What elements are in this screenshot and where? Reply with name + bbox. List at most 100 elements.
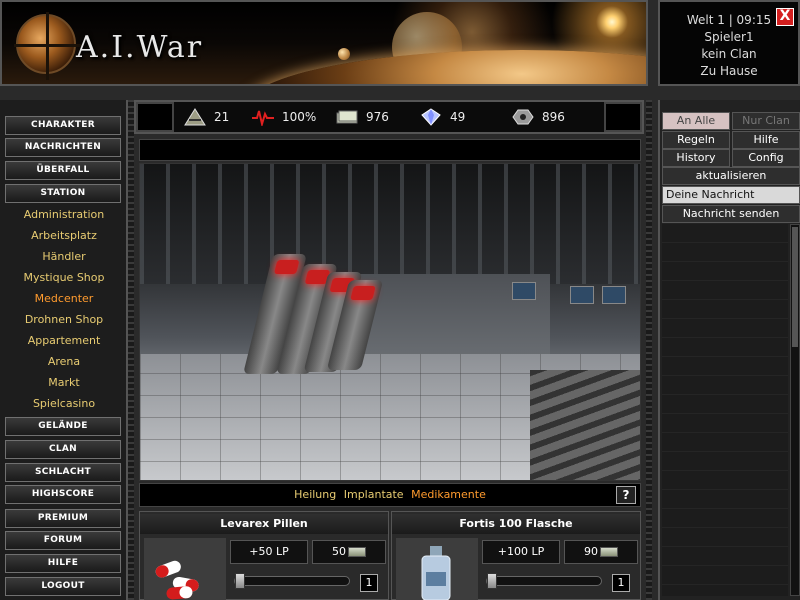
crystal-value: 49 — [450, 110, 466, 124]
slider-handle[interactable] — [487, 573, 497, 589]
chat-scrollbar-thumb[interactable] — [792, 227, 798, 347]
moon-small-graphic — [338, 48, 350, 60]
station-link-appartement[interactable]: Appartement — [0, 334, 128, 347]
money-value: 976 — [366, 110, 389, 124]
item-price-value: 50 — [332, 545, 346, 558]
nav-hilfe[interactable]: HILFE — [5, 554, 121, 573]
station-link-medcenter[interactable]: Medcenter — [0, 292, 128, 305]
resource-crystal: 49 — [420, 108, 465, 126]
item-image — [144, 538, 226, 600]
bolt-nut-icon — [512, 109, 534, 125]
chat-panel: An Alle Nur Clan Regeln Hilfe History Co… — [658, 100, 800, 600]
item-lp: +100 LP — [482, 540, 560, 564]
money-icon — [336, 110, 358, 124]
resource-bar: 21 100% 976 49 896 — [134, 100, 644, 134]
slider-handle[interactable] — [235, 573, 245, 589]
scene-monitor — [512, 282, 536, 300]
tab-heilung[interactable]: Heilung — [294, 488, 336, 501]
chat-history-button[interactable]: History — [662, 149, 730, 167]
crosshair-logo-icon — [14, 12, 82, 80]
close-button[interactable]: X — [776, 8, 794, 26]
health-value: 100% — [282, 110, 317, 124]
rank-icon — [184, 108, 206, 126]
station-link-markt[interactable]: Markt — [0, 376, 128, 389]
frame-decoration-left — [128, 100, 134, 600]
chat-refresh-button[interactable]: aktualisieren — [662, 167, 800, 185]
nav-highscore[interactable]: HIGHSCORE — [5, 485, 121, 504]
player-name[interactable]: Spieler1 — [660, 29, 798, 46]
clan-status: kein Clan — [701, 47, 757, 61]
nav-schlacht[interactable]: SCHLACHT — [5, 463, 121, 482]
tab-implantate[interactable]: Implantate — [344, 488, 404, 501]
crystal-icon — [421, 108, 441, 126]
nav-station[interactable]: STATION — [5, 184, 121, 203]
item-image — [396, 538, 478, 600]
nav-clan[interactable]: CLAN — [5, 440, 121, 459]
item-price-value: 90 — [584, 545, 598, 558]
station-link-spielcasino[interactable]: Spielcasino — [0, 397, 128, 410]
resource-money: 976 — [336, 108, 389, 126]
chat-config-button[interactable]: Config — [732, 149, 800, 167]
quantity-slider[interactable] — [234, 573, 350, 589]
scene-monitor — [602, 286, 626, 304]
rank-value: 21 — [214, 110, 230, 124]
item-card: Fortis 100 Flasche +100 LP 90 1 — [391, 511, 641, 600]
chat-regeln-button[interactable]: Regeln — [662, 131, 730, 149]
location-title-bar — [139, 139, 641, 161]
resource-health: 100% — [252, 108, 316, 126]
station-link-haendler[interactable]: Händler — [0, 250, 128, 263]
user-status-box: Welt 1 | 09:15 Spieler1 kein Clan Zu Hau… — [658, 0, 800, 86]
nav-charakter[interactable]: CHARAKTER — [5, 116, 121, 135]
money-icon — [600, 547, 618, 557]
tab-medikamente[interactable]: Medikamente — [411, 488, 486, 501]
quantity-field[interactable]: 1 — [360, 574, 378, 592]
station-link-arbeitsplatz[interactable]: Arbeitsplatz — [0, 229, 128, 242]
health-pulse-icon — [252, 110, 274, 126]
chat-scrollbar[interactable] — [790, 224, 800, 596]
nav-logout[interactable]: LOGOUT — [5, 577, 121, 596]
station-link-arena[interactable]: Arena — [0, 355, 128, 368]
nav-gelaende[interactable]: GELÄNDE — [5, 417, 121, 436]
help-button[interactable]: ? — [616, 486, 636, 504]
medcenter-tab-bar: Heilung Implantate Medikamente ? — [139, 483, 641, 507]
location-status: Zu Hause — [700, 64, 758, 78]
resource-slot-left — [136, 102, 174, 132]
bottle-icon — [421, 546, 451, 600]
resource-parts: 896 — [512, 108, 565, 126]
game-logo[interactable]: A.I.War — [76, 30, 203, 65]
frame-decoration-right — [646, 100, 652, 600]
quantity-field[interactable]: 1 — [612, 574, 630, 592]
item-price: 50 — [312, 540, 386, 564]
chat-nur-clan-button[interactable]: Nur Clan — [732, 112, 800, 130]
parts-value: 896 — [542, 110, 565, 124]
medcenter-scene-image — [139, 163, 641, 481]
station-link-mystique-shop[interactable]: Mystique Shop — [0, 271, 128, 284]
chat-hilfe-button[interactable]: Hilfe — [732, 131, 800, 149]
item-lp: +50 LP — [230, 540, 308, 564]
item-name: Levarex Pillen — [140, 514, 388, 534]
item-price: 90 — [564, 540, 638, 564]
resource-rank: 21 — [184, 108, 229, 126]
chat-message-input[interactable]: Deine Nachricht — [662, 186, 800, 204]
scene-ceiling — [140, 164, 640, 284]
station-link-administration[interactable]: Administration — [0, 208, 128, 221]
item-card: Levarex Pillen +50 LP 50 1 — [139, 511, 389, 600]
scene-stairs — [530, 370, 640, 480]
resource-slot-right — [604, 102, 642, 132]
station-link-drohnen-shop[interactable]: Drohnen Shop — [0, 313, 128, 326]
game-banner: A.I.War — [0, 0, 648, 86]
chat-message-list — [662, 224, 788, 596]
item-name: Fortis 100 Flasche — [392, 514, 640, 534]
quantity-slider[interactable] — [486, 573, 602, 589]
nav-premium[interactable]: PREMIUM — [5, 509, 121, 528]
nav-forum[interactable]: FORUM — [5, 531, 121, 550]
chat-send-button[interactable]: Nachricht senden — [662, 205, 800, 223]
left-navigation: CHARAKTER NACHRICHTEN ÜBERFALL STATION A… — [0, 100, 128, 600]
nav-ueberfall[interactable]: ÜBERFALL — [5, 161, 121, 180]
chat-an-alle-button[interactable]: An Alle — [662, 112, 730, 130]
nav-nachrichten[interactable]: NACHRICHTEN — [5, 138, 121, 157]
scene-monitor — [570, 286, 594, 304]
pills-icon — [155, 560, 199, 600]
game-window: A.I.War Welt 1 | 09:15 Spieler1 kein Cla… — [0, 0, 800, 600]
money-icon — [348, 547, 366, 557]
